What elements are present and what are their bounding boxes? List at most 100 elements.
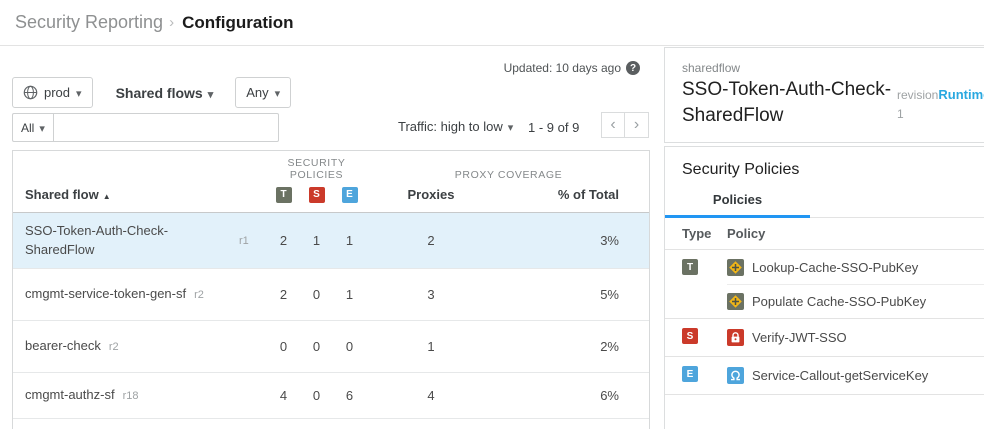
breadcrumb-separator: › — [169, 14, 174, 31]
traffic-type-badge: T — [682, 259, 698, 275]
caret-down-icon — [39, 121, 45, 135]
policy-row[interactable]: Lookup-Cache-SSO-PubKey — [727, 250, 984, 284]
cache-icon — [727, 293, 744, 310]
policy-name: Verify-JWT-SSO — [752, 330, 847, 345]
breadcrumb-section[interactable]: Security Reporting — [15, 12, 163, 33]
scope-label: Shared flows — [116, 85, 203, 101]
policy-row[interactable]: Service-Callout-getServiceKey — [727, 357, 984, 394]
policy-name: Service-Callout-getServiceKey — [752, 368, 928, 383]
policy-group-security: S Verify-JWT-SSO — [665, 319, 984, 357]
extension-count: 6 — [333, 388, 366, 403]
security-type-badge: S — [309, 187, 325, 203]
scope-dropdown[interactable]: Shared flows — [116, 85, 214, 101]
service-callout-icon — [727, 367, 744, 384]
previous-page-button[interactable] — [601, 112, 625, 138]
traffic-sort-label: Traffic: high to low — [398, 119, 503, 134]
next-page-button[interactable] — [625, 112, 649, 138]
security-count: 1 — [300, 233, 333, 248]
revision-value: 1 — [897, 105, 984, 123]
security-type-badge: S — [682, 328, 698, 344]
updated-text: Updated: 10 days ago — [504, 61, 621, 75]
security-count: 0 — [300, 388, 333, 403]
caret-down-icon — [208, 85, 214, 101]
search-scope-dropdown[interactable]: All — [12, 113, 53, 142]
flow-revision: r2 — [194, 289, 204, 301]
policy-name: Lookup-Cache-SSO-PubKey — [752, 260, 918, 275]
environment-dropdown[interactable]: prod — [12, 77, 93, 108]
lock-icon — [727, 329, 744, 346]
revision-label: revision — [897, 88, 938, 102]
filter-row: prod Shared flows Any — [12, 77, 291, 108]
shared-flow-column-header[interactable]: Shared flow — [13, 187, 267, 202]
breadcrumb: Security Reporting › Configuration — [0, 0, 984, 46]
policy-group-extension: E Service-Callout-getServiceKey — [665, 357, 984, 395]
proxies-count: 1 — [366, 339, 496, 354]
detail-title: SSO-Token-Auth-Check-SharedFlow — [682, 77, 894, 128]
security-count: 0 — [300, 287, 333, 302]
globe-icon — [23, 85, 38, 100]
detail-header-card: sharedflow SSO-Token-Auth-Check-SharedFl… — [664, 47, 984, 143]
extension-count: 1 — [333, 233, 366, 248]
security-policies-group-header: SECURITY POLICIES — [267, 157, 366, 181]
traffic-count: 0 — [267, 339, 300, 354]
page-title: Configuration — [182, 13, 293, 33]
table-row[interactable]: bearer-check r2 0 0 0 1 2% — [13, 321, 649, 373]
extension-count: 0 — [333, 339, 366, 354]
table-column-header: Shared flow T S E Proxies % of Total — [13, 177, 649, 213]
traffic-count: 4 — [267, 388, 300, 403]
policies-table-header: Type Policy — [665, 218, 984, 250]
traffic-type-badge: T — [276, 187, 292, 203]
caret-down-icon — [508, 119, 514, 134]
table-row[interactable]: cmgmt-service-token-gen-sf r2 2 0 1 3 5% — [13, 269, 649, 321]
table-row[interactable]: cmgmt-authz-sf r18 4 0 6 4 6% — [13, 373, 649, 419]
traffic-count: 2 — [267, 287, 300, 302]
security-policies-heading: Security Policies — [665, 147, 984, 179]
caret-down-icon — [275, 85, 281, 100]
updated-status: Updated: 10 days ago — [504, 61, 640, 75]
policy-row[interactable]: Populate Cache-SSO-PubKey — [727, 284, 984, 318]
flows-pane: Updated: 10 days ago prod Shared flows — [0, 46, 662, 429]
shared-flows-table: SECURITY POLICIES PROXY COVERAGE Shared … — [12, 150, 650, 429]
traffic-count: 2 — [267, 233, 300, 248]
extension-count: 1 — [333, 287, 366, 302]
security-reporting-page: Security Reporting › Configuration Updat… — [0, 0, 984, 429]
pct-of-total: 3% — [496, 233, 649, 248]
flow-name: cmgmt-authz-sf — [25, 386, 115, 405]
policy-group-traffic: T Lookup-Cache-SSO-PubKey — [665, 250, 984, 319]
help-icon[interactable] — [626, 61, 640, 75]
proxies-column-header: Proxies — [366, 187, 496, 202]
search-input[interactable] — [53, 113, 279, 142]
flow-name: cmgmt-service-token-gen-sf — [25, 285, 186, 304]
security-count: 0 — [300, 339, 333, 354]
runtime-link[interactable]: Runtime — [938, 87, 984, 102]
entity-type-label: sharedflow — [682, 61, 984, 75]
proxies-count: 4 — [366, 388, 496, 403]
policy-row[interactable]: Verify-JWT-SSO — [727, 319, 984, 356]
revision-block: revisionRuntime 1 — [897, 85, 984, 128]
table-group-header: SECURITY POLICIES PROXY COVERAGE — [13, 151, 649, 177]
pct-of-total: 5% — [496, 287, 649, 302]
cache-icon — [727, 259, 744, 276]
tab-policies[interactable]: Policies — [665, 192, 810, 218]
pct-of-total: 2% — [496, 339, 649, 354]
table-row[interactable]: SSO-Token-Auth-Check-SharedFlow r1 2 1 1… — [13, 213, 649, 269]
caret-down-icon — [76, 85, 82, 100]
security-policies-card: Security Policies Policies Type Policy T — [664, 146, 984, 429]
proxy-coverage-group-header: PROXY COVERAGE — [366, 169, 651, 181]
detail-tabs: Policies — [665, 192, 984, 218]
extension-type-badge: E — [682, 366, 698, 382]
policy-type-filter-dropdown[interactable]: Any — [235, 77, 291, 108]
pct-of-total: 6% — [496, 388, 649, 403]
pagination-range: 1 - 9 of 9 — [528, 120, 579, 135]
traffic-sort-dropdown[interactable]: Traffic: high to low — [398, 119, 513, 134]
proxies-count: 2 — [366, 233, 496, 248]
environment-label: prod — [44, 85, 70, 100]
type-column-header: Type — [665, 226, 727, 241]
policy-name: Populate Cache-SSO-PubKey — [752, 294, 926, 309]
extension-type-badge: E — [342, 187, 358, 203]
search-scope-label: All — [21, 121, 34, 135]
proxies-count: 3 — [366, 287, 496, 302]
policy-column-header: Policy — [727, 226, 765, 241]
sort-ascending-icon — [103, 187, 111, 202]
flow-name: SSO-Token-Auth-Check-SharedFlow — [25, 222, 231, 260]
